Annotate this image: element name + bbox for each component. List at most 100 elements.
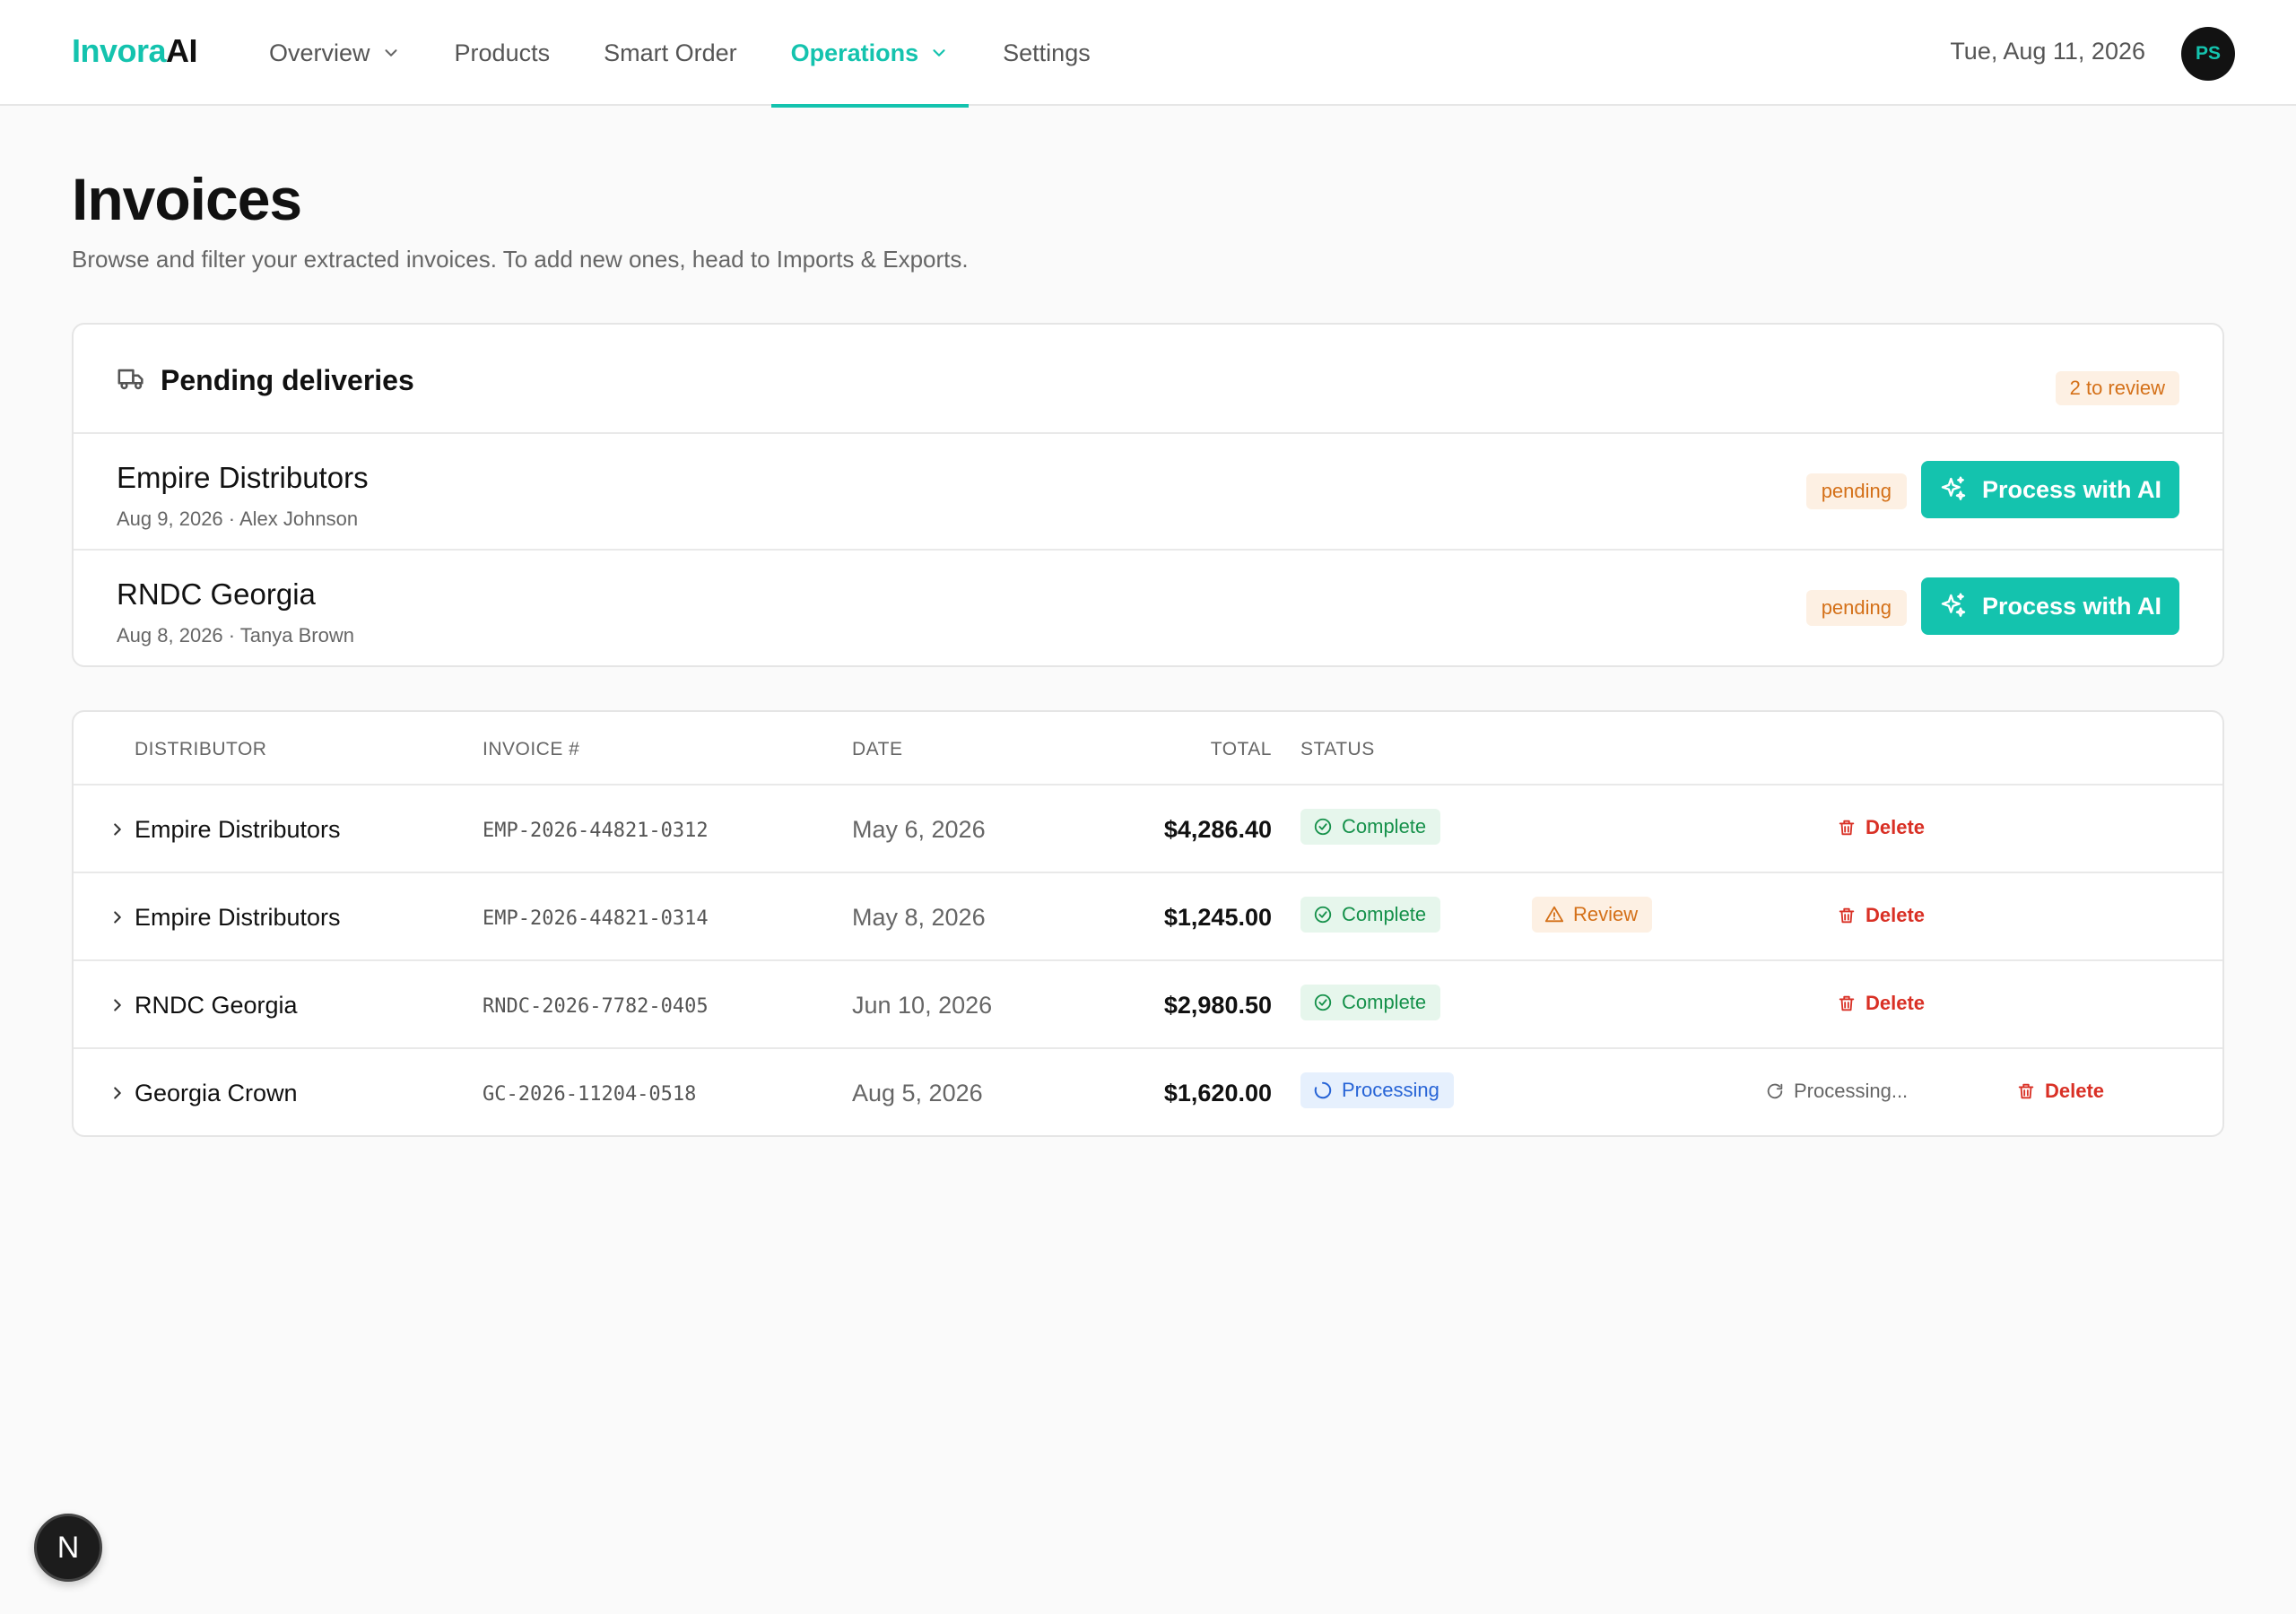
refresh-icon xyxy=(1767,1083,1783,1099)
pending-delivery-item: RNDC Georgia Aug 8, 2026 · Tanya Brown p… xyxy=(74,551,2222,665)
column-header-status[interactable]: STATUS xyxy=(1300,739,1375,760)
table-header-row: DISTRIBUTOR INVOICE # DATE TOTAL STATUS xyxy=(74,712,2222,785)
nextjs-devtools-button[interactable]: N xyxy=(34,1514,102,1582)
table-row[interactable]: RNDC Georgia RNDC-2026-7782-0405 Jun 10,… xyxy=(74,961,2222,1049)
pending-delivery-name: RNDC Georgia xyxy=(117,577,316,611)
distributor-name: Empire Distributors xyxy=(135,904,341,931)
check-circle-icon xyxy=(1314,994,1332,1011)
nav-item-overview[interactable]: Overview xyxy=(249,0,421,106)
chevron-right-icon[interactable] xyxy=(108,1083,127,1103)
delete-label: Delete xyxy=(1866,816,1926,838)
status-label: Complete xyxy=(1342,815,1427,837)
delete-button[interactable]: Delete xyxy=(1837,816,1925,839)
delete-label: Delete xyxy=(2045,1080,2105,1102)
invoices-table: DISTRIBUTOR INVOICE # DATE TOTAL STATUS … xyxy=(72,710,2224,1137)
invoice-total: $4,286.40 xyxy=(1163,816,1272,843)
status-label: Complete xyxy=(1342,903,1427,925)
column-header-date[interactable]: DATE xyxy=(852,739,902,760)
trash-icon xyxy=(1839,995,1855,1011)
pending-deliveries-header: Pending deliveries 2 to review xyxy=(74,325,2222,434)
invoice-number: EMP-2026-44821-0312 xyxy=(483,820,709,842)
check-circle-icon xyxy=(1314,818,1332,836)
spinner-icon xyxy=(1314,1081,1332,1099)
process-with-ai-button[interactable]: Process with AI xyxy=(1921,577,2179,635)
current-date: Tue, Aug 11, 2026 xyxy=(1950,38,2145,65)
pending-delivery-meta: Aug 9, 2026 · Alex Johnson xyxy=(117,508,359,530)
delete-label: Delete xyxy=(1866,992,1926,1014)
process-with-ai-button[interactable]: Process with AI xyxy=(1921,461,2179,518)
nav-item-operations[interactable]: Operations xyxy=(770,0,970,108)
process-with-ai-label: Process with AI xyxy=(1981,592,2162,620)
pending-delivery-meta: Aug 8, 2026 · Tanya Brown xyxy=(117,624,354,646)
table-row[interactable]: Empire Distributors EMP-2026-44821-0314 … xyxy=(74,873,2222,961)
invoice-total: $1,245.00 xyxy=(1163,904,1272,931)
chevron-right-icon[interactable] xyxy=(108,820,127,839)
pending-status-badge: pending xyxy=(1805,473,1907,509)
column-header-invoice[interactable]: INVOICE # xyxy=(483,739,579,760)
nav-item-label: Overview xyxy=(269,39,370,66)
chevron-right-icon[interactable] xyxy=(108,995,127,1015)
page-subtitle: Browse and filter your extracted invoice… xyxy=(72,246,969,273)
invoice-number: GC-2026-11204-0518 xyxy=(483,1083,697,1106)
status-badge-complete: Complete xyxy=(1300,985,1441,1020)
nav-item-label: Settings xyxy=(1003,39,1091,66)
processing-indicator: Processing... xyxy=(1765,1080,1908,1103)
chevron-down-icon xyxy=(933,49,945,56)
invoice-number: EMP-2026-44821-0314 xyxy=(483,907,709,930)
check-circle-icon xyxy=(1314,906,1332,924)
nav-item-label: Operations xyxy=(790,39,919,66)
nav-item-settings[interactable]: Settings xyxy=(983,0,1110,106)
warning-triangle-icon xyxy=(1544,906,1564,923)
logo-text-invora: Invora xyxy=(72,32,167,69)
status-badge-review: Review xyxy=(1532,897,1653,933)
distributor-name: Georgia Crown xyxy=(135,1080,298,1106)
chevron-right-icon[interactable] xyxy=(108,907,127,927)
pending-delivery-name: Empire Distributors xyxy=(117,461,369,494)
table-row[interactable]: Empire Distributors EMP-2026-44821-0312 … xyxy=(74,785,2222,873)
distributor-name: Empire Distributors xyxy=(135,816,341,843)
pending-deliveries-card: Pending deliveries 2 to review Empire Di… xyxy=(72,323,2224,667)
pending-deliveries-title: Pending deliveries xyxy=(161,364,414,396)
invoice-total: $2,980.50 xyxy=(1163,992,1272,1019)
column-header-total[interactable]: TOTAL xyxy=(1211,739,1272,760)
trash-icon xyxy=(2018,1083,2034,1099)
delete-label: Delete xyxy=(1866,904,1926,926)
nav-item-smart-order[interactable]: Smart Order xyxy=(584,0,757,106)
logo-text-ai: AI xyxy=(166,32,198,69)
review-count-badge: 2 to review xyxy=(2055,371,2179,405)
page-title: Invoices xyxy=(72,166,302,232)
invoice-date: May 6, 2026 xyxy=(852,816,986,843)
processing-label: Processing... xyxy=(1794,1080,1909,1102)
pending-status-badge: pending xyxy=(1805,590,1907,626)
status-badge-complete: Complete xyxy=(1300,897,1441,933)
sparkles-icon xyxy=(1941,593,1966,617)
nav-item-products[interactable]: Products xyxy=(435,0,570,106)
chevron-down-icon xyxy=(385,49,397,56)
invoice-number: RNDC-2026-7782-0405 xyxy=(483,995,709,1018)
delete-button[interactable]: Delete xyxy=(1837,992,1925,1015)
main-nav: Overview Products Smart Order Operations… xyxy=(249,0,1125,108)
user-avatar[interactable]: PS xyxy=(2181,27,2235,81)
status-badge-complete: Complete xyxy=(1300,809,1441,845)
column-header-distributor[interactable]: DISTRIBUTOR xyxy=(135,739,266,760)
truck-icon xyxy=(117,369,144,390)
invoice-date: May 8, 2026 xyxy=(852,904,986,931)
delete-button[interactable]: Delete xyxy=(2016,1080,2104,1103)
nav-item-label: Products xyxy=(454,39,551,66)
status-badge-processing: Processing xyxy=(1300,1072,1454,1108)
invoice-date: Aug 5, 2026 xyxy=(852,1080,983,1106)
delete-button[interactable]: Delete xyxy=(1837,904,1925,927)
app-logo[interactable]: InvoraAI xyxy=(72,32,198,70)
sparkles-icon xyxy=(1941,476,1966,500)
top-navigation-bar: InvoraAI Overview Products Smart Order O… xyxy=(0,0,2296,108)
trash-icon xyxy=(1839,820,1855,836)
nav-item-label: Smart Order xyxy=(604,39,737,66)
invoice-total: $1,620.00 xyxy=(1163,1080,1272,1106)
table-row[interactable]: Georgia Crown GC-2026-11204-0518 Aug 5, … xyxy=(74,1049,2222,1135)
review-label: Review xyxy=(1573,903,1639,925)
invoice-date: Jun 10, 2026 xyxy=(852,992,993,1019)
process-with-ai-label: Process with AI xyxy=(1981,475,2162,503)
pending-delivery-item: Empire Distributors Aug 9, 2026 · Alex J… xyxy=(74,434,2222,551)
status-label: Complete xyxy=(1342,991,1427,1013)
trash-icon xyxy=(1839,907,1855,924)
